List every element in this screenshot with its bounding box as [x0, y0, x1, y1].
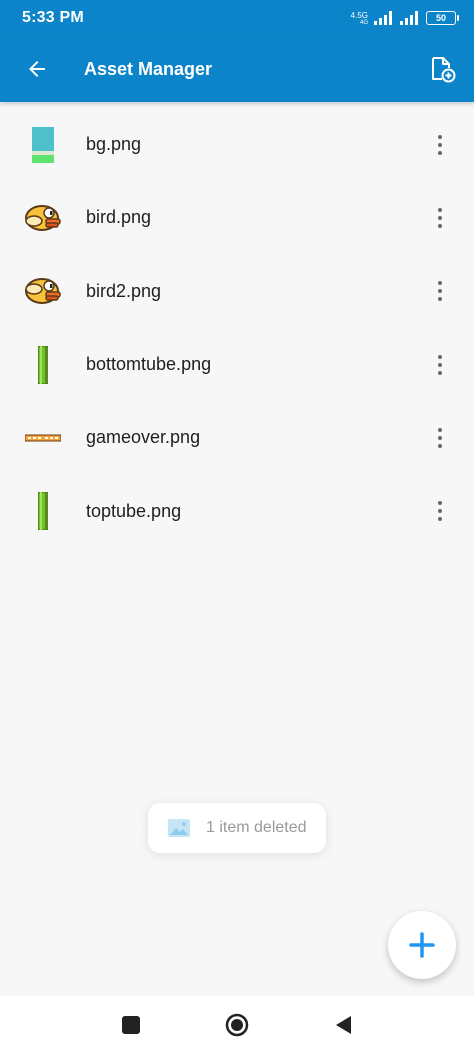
more-options-button[interactable]	[406, 181, 474, 254]
triangle-back-icon	[336, 1015, 351, 1034]
more-options-button[interactable]	[406, 401, 474, 474]
status-bar: 5:33 PM 4.5G 4G 50	[0, 0, 474, 36]
more-options-button[interactable]	[406, 475, 474, 548]
list-item[interactable]: toptube.png	[0, 474, 474, 547]
more-vert-icon	[438, 279, 442, 303]
bird-icon	[25, 278, 61, 305]
asset-name: toptube.png	[86, 500, 182, 521]
home-button[interactable]	[217, 1005, 257, 1045]
asset-name: bird.png	[86, 207, 152, 228]
app-bar: Asset Manager	[0, 36, 474, 102]
square-icon	[122, 1015, 140, 1034]
list-item[interactable]: bird.png	[0, 181, 474, 254]
asset-thumbnail	[0, 181, 86, 254]
tube-icon	[38, 492, 48, 531]
system-nav-bar	[0, 996, 474, 1053]
back-button[interactable]	[2, 36, 72, 102]
list-item[interactable]: bottomtube.png	[0, 328, 474, 401]
recents-button[interactable]	[111, 1005, 151, 1045]
signal-icon-2	[400, 11, 418, 25]
more-vert-icon	[438, 353, 442, 377]
asset-name: bg.png	[86, 134, 142, 155]
list-item[interactable]: bg.png	[0, 108, 474, 181]
gameover-icon	[25, 434, 61, 442]
toast: 1 item deleted	[148, 803, 326, 853]
add-file-icon	[432, 57, 456, 83]
asset-thumbnail	[0, 475, 86, 548]
battery-icon: 50	[426, 11, 459, 25]
more-options-button[interactable]	[406, 108, 474, 181]
list-item[interactable]: bird2.png	[0, 255, 474, 328]
more-vert-icon	[438, 426, 442, 450]
more-options-button[interactable]	[406, 255, 474, 328]
tube-icon	[38, 345, 48, 384]
more-options-button[interactable]	[406, 328, 474, 401]
more-vert-icon	[438, 133, 442, 157]
asset-thumbnail	[0, 401, 86, 474]
more-vert-icon	[438, 206, 442, 230]
battery-level: 50	[435, 13, 446, 23]
plus-icon	[409, 932, 435, 958]
circle-icon	[225, 1013, 249, 1036]
asset-thumbnail	[0, 328, 86, 401]
add-file-button[interactable]	[410, 36, 474, 102]
status-icons: 4.5G 4G 50	[350, 10, 459, 26]
asset-thumbnail	[0, 108, 86, 181]
asset-name: gameover.png	[86, 427, 201, 448]
image-icon	[168, 819, 190, 837]
toast-message: 1 item deleted	[206, 819, 307, 836]
network-type: 4.5G 4G	[350, 10, 368, 26]
page-title: Asset Manager	[84, 58, 213, 79]
signal-icon	[374, 11, 392, 25]
asset-name: bird2.png	[86, 280, 162, 301]
arrow-back-icon	[29, 61, 45, 77]
add-asset-button[interactable]	[388, 911, 456, 979]
asset-thumbnail	[0, 255, 86, 328]
more-vert-icon	[438, 499, 442, 523]
bird-icon	[25, 204, 61, 231]
nav-back-button[interactable]	[323, 1005, 363, 1045]
asset-name: bottomtube.png	[86, 354, 212, 375]
list-item[interactable]: gameover.png	[0, 401, 474, 474]
bg-image-icon	[32, 126, 54, 163]
status-time: 5:33 PM	[22, 9, 84, 26]
asset-list: bg.png bird.png bird2.png bottomtube.png…	[0, 108, 474, 548]
